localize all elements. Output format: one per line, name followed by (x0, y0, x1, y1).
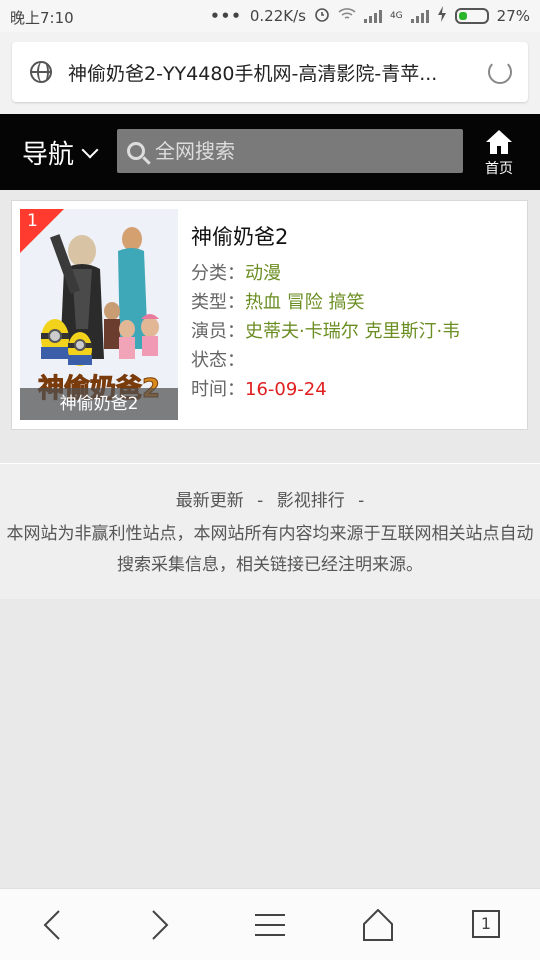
globe-icon (30, 61, 52, 83)
more-dots-icon: ••• (210, 7, 242, 25)
status-row: 状态： (191, 346, 460, 375)
browser-home-button[interactable] (348, 889, 408, 960)
time-row: 时间：16-09-24 (191, 375, 460, 404)
home-label: 首页 (485, 161, 513, 177)
battery-level: 27% (496, 7, 530, 25)
movie-title[interactable]: 神偷奶爸2 (191, 221, 460, 251)
alarm-icon (314, 6, 330, 26)
actors-row: 演员：史蒂夫·卡瑞尔 克里斯汀·韦 (191, 317, 460, 346)
time-value: 16-09-24 (245, 379, 327, 400)
search-icon (127, 142, 145, 160)
search-box[interactable] (117, 129, 463, 173)
chevron-down-icon (81, 141, 99, 158)
chevron-right-icon (152, 910, 169, 940)
category-row: 分类：动漫 (191, 259, 460, 288)
status-bar: 晚上7:10 ••• 0.22K/s 4G 27% (0, 0, 540, 32)
rank-number: 1 (27, 211, 38, 231)
charging-icon (437, 6, 447, 26)
address-bar[interactable]: 神偷奶爸2-YY4480手机网-高清影院-青苹... (12, 42, 528, 102)
wifi-icon (338, 7, 356, 25)
signal-icon-2 (410, 9, 429, 23)
genre-label: 类型： (191, 292, 245, 313)
chevron-left-icon (43, 910, 60, 940)
status-label: 状态： (191, 350, 245, 371)
battery-icon (454, 8, 489, 24)
nav-menu-button[interactable]: 导航 (22, 134, 99, 171)
home-outline-icon (363, 909, 393, 941)
signal-icon (363, 9, 382, 23)
browser-address-area: 神偷奶爸2-YY4480手机网-高清影院-青苹... (0, 32, 540, 114)
refresh-icon[interactable] (488, 60, 512, 84)
back-button[interactable] (22, 889, 82, 960)
footer-link-ranking[interactable]: 影视排行 (277, 491, 345, 511)
footer-link-latest[interactable]: 最新更新 (176, 491, 244, 511)
network-speed: 0.22K/s (249, 7, 306, 25)
home-icon (484, 128, 514, 156)
menu-button[interactable] (240, 889, 300, 960)
site-header: 导航 首页 (0, 114, 540, 190)
genre-links[interactable]: 热血 冒险 搞笑 (245, 292, 364, 313)
movie-card[interactable]: 神偷奶爸2 1 神偷奶爸2 神偷奶爸2 分类：动漫 类型：热血 冒险 搞笑 演员… (11, 200, 528, 430)
genre-row: 类型：热血 冒险 搞笑 (191, 288, 460, 317)
footer-disclaimer: 本网站为非赢利性站点，本网站所有内容均来源于互联网相关站点自动搜索采集信息，相关… (6, 524, 534, 575)
poster-caption: 神偷奶爸2 (20, 388, 178, 420)
clock: 晚上7:10 (10, 9, 74, 27)
actors-label: 演员： (191, 321, 245, 342)
time-label: 时间： (191, 379, 245, 400)
footer-separator: - (358, 491, 365, 511)
page-title[interactable]: 神偷奶爸2-YY4480手机网-高清影院-青苹... (68, 59, 458, 86)
site-footer: 最新更新 - 影视排行 - 本网站为非赢利性站点，本网站所有内容均来源于互联网相… (0, 463, 540, 599)
footer-separator: - (257, 491, 264, 511)
nav-label: 导航 (22, 140, 75, 170)
actors-links[interactable]: 史蒂夫·卡瑞尔 克里斯汀·韦 (245, 321, 460, 342)
category-link[interactable]: 动漫 (245, 263, 281, 284)
menu-icon (255, 914, 285, 936)
movie-poster[interactable]: 神偷奶爸2 1 神偷奶爸2 (20, 209, 178, 420)
forward-button[interactable] (130, 889, 190, 960)
browser-toolbar: 1 (0, 888, 540, 960)
search-input[interactable] (155, 139, 435, 163)
category-label: 分类： (191, 263, 245, 284)
tabs-button[interactable]: 1 (472, 910, 500, 938)
movie-info: 神偷奶爸2 分类：动漫 类型：热血 冒险 搞笑 演员：史蒂夫·卡瑞尔 克里斯汀·… (191, 221, 460, 404)
home-button[interactable]: 首页 (482, 128, 516, 178)
network-type: 4G (389, 10, 403, 21)
footer-links: 最新更新 - 影视排行 - (0, 486, 540, 511)
